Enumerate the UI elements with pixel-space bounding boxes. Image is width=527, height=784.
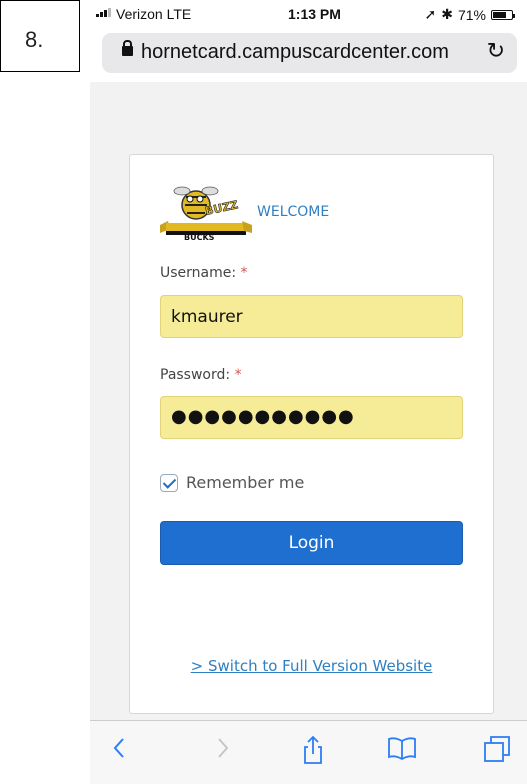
signal-strength-icon [96, 8, 111, 17]
battery-percent: 71% [457, 6, 486, 23]
browser-toolbar [90, 720, 527, 784]
login-button[interactable]: Login [160, 521, 463, 565]
required-marker: * [240, 265, 248, 281]
address-bar[interactable]: hornetcard.campuscardcenter.com ↻ [102, 33, 517, 73]
buzz-bucks-logo: BUZZ BUCKS [160, 186, 252, 241]
switch-full-version-link[interactable]: > Switch to Full Version Website [130, 657, 493, 675]
url-text: hornetcard.campuscardcenter.com [141, 41, 449, 63]
reload-icon[interactable]: ↻ [487, 39, 505, 64]
back-arrow-icon[interactable] [112, 735, 126, 761]
step-number-label: 8. [0, 0, 80, 72]
password-label: Password: * [160, 367, 242, 383]
lock-icon [122, 40, 133, 56]
battery-icon [491, 9, 515, 20]
clock: 1:13 PM [288, 6, 341, 22]
bookmarks-icon[interactable] [387, 735, 417, 761]
tabs-icon[interactable] [483, 735, 511, 763]
forward-arrow-icon[interactable] [216, 735, 230, 761]
required-marker: * [234, 367, 242, 383]
location-icon: ➚ [424, 6, 437, 22]
remember-me-checkbox[interactable] [160, 473, 178, 492]
svg-text:BUCKS: BUCKS [184, 233, 215, 241]
login-card: BUZZ BUCKS WELCOME Username: * kmaurer P… [129, 154, 494, 714]
carrier-label: Verizon LTE [116, 6, 192, 22]
bluetooth-icon: ✱ [441, 6, 453, 22]
username-label: Username: * [160, 265, 248, 281]
web-page: BUZZ BUCKS WELCOME Username: * kmaurer P… [90, 82, 527, 720]
remember-me-option[interactable]: Remember me [160, 473, 304, 492]
username-field[interactable]: kmaurer [160, 295, 463, 338]
status-bar: Verizon LTE 1:13 PM ➚ ✱ 71% [90, 0, 527, 28]
password-field[interactable]: ●●●●●●●●●●● [160, 396, 463, 439]
welcome-heading: WELCOME [257, 204, 330, 220]
share-icon[interactable] [302, 735, 324, 765]
remember-me-label[interactable]: Remember me [186, 473, 304, 492]
